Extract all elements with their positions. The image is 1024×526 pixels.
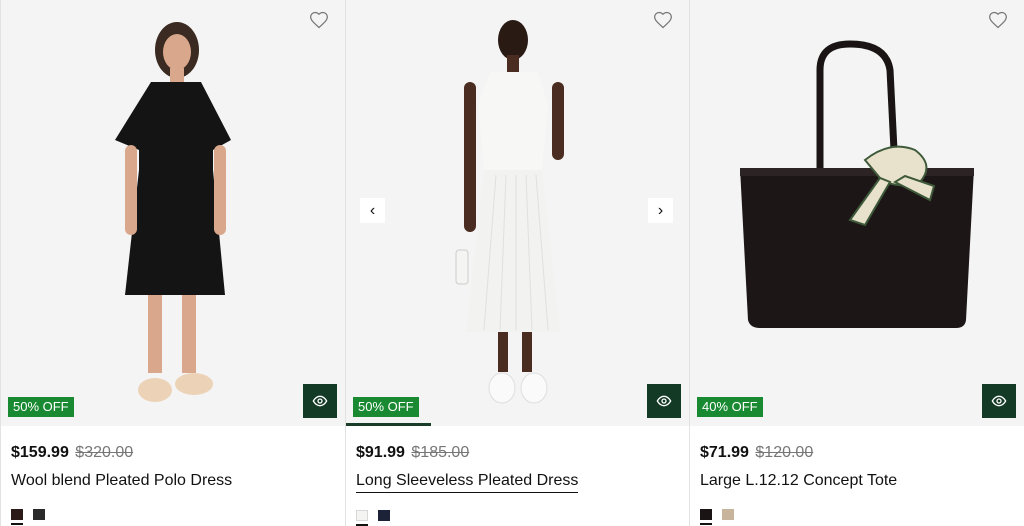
- original-price: $185.00: [411, 444, 470, 461]
- original-price: $320.00: [75, 444, 134, 461]
- discount-badge: 40% OFF: [697, 397, 763, 417]
- product-card[interactable]: 50% OFF $159.99 $320.00 Wool blend Pleat…: [0, 0, 345, 526]
- color-swatch[interactable]: [700, 509, 712, 525]
- product-image-tote-bag: [740, 40, 974, 328]
- color-swatch[interactable]: [356, 510, 368, 526]
- product-card[interactable]: 40% OFF $71.99 $120.00 Large L.12.12 Con…: [689, 0, 1024, 526]
- chevron-left-icon: ‹: [369, 201, 376, 219]
- eye-icon: [991, 395, 1007, 407]
- sale-price: $159.99: [11, 444, 69, 461]
- product-info: $91.99 $185.00 Long Sleeveless Pleated D…: [346, 426, 689, 526]
- product-image-area[interactable]: ‹ › 50% OFF: [346, 0, 689, 426]
- eye-icon: [312, 395, 328, 407]
- product-image-area[interactable]: 50% OFF: [1, 0, 345, 426]
- sale-price: $91.99: [356, 444, 405, 461]
- eye-icon: [656, 395, 672, 407]
- product-name-link[interactable]: Wool blend Pleated Polo Dress: [11, 470, 232, 492]
- product-image-sleeveless-dress: [455, 20, 564, 404]
- color-swatch[interactable]: [378, 510, 390, 526]
- original-price: $120.00: [755, 444, 814, 461]
- next-image-button[interactable]: ›: [648, 198, 673, 223]
- product-grid: 50% OFF $159.99 $320.00 Wool blend Pleat…: [0, 0, 1024, 526]
- product-info: $159.99 $320.00 Wool blend Pleated Polo …: [1, 426, 345, 525]
- price-block: $91.99 $185.00: [356, 443, 679, 463]
- product-info: $71.99 $120.00 Large L.12.12 Concept Tot…: [690, 426, 1024, 525]
- quick-view-button[interactable]: [647, 384, 681, 418]
- heart-icon[interactable]: [309, 10, 329, 30]
- color-swatches: [356, 510, 679, 526]
- sale-price: $71.99: [700, 444, 749, 461]
- heart-icon[interactable]: [653, 10, 673, 30]
- heart-icon[interactable]: [988, 10, 1008, 30]
- product-image-polo-dress: [115, 22, 231, 402]
- color-swatches: [11, 509, 335, 525]
- color-swatch[interactable]: [33, 509, 45, 525]
- chevron-right-icon: ›: [657, 201, 664, 219]
- quick-view-button[interactable]: [982, 384, 1016, 418]
- price-block: $159.99 $320.00: [11, 443, 335, 463]
- prev-image-button[interactable]: ‹: [360, 198, 385, 223]
- product-card[interactable]: ‹ › 50% OFF $91.99 $185.00 Long Sleevele…: [345, 0, 689, 526]
- quick-view-button[interactable]: [303, 384, 337, 418]
- color-swatch[interactable]: [11, 509, 23, 525]
- discount-badge: 50% OFF: [8, 397, 74, 417]
- color-swatch[interactable]: [722, 509, 734, 525]
- price-block: $71.99 $120.00: [700, 443, 1014, 463]
- discount-badge: 50% OFF: [353, 397, 419, 417]
- product-name-link[interactable]: Long Sleeveless Pleated Dress: [356, 470, 579, 493]
- product-image-area[interactable]: 40% OFF: [690, 0, 1024, 426]
- color-swatches: [700, 509, 1014, 525]
- product-name-link[interactable]: Large L.12.12 Concept Tote: [700, 470, 897, 492]
